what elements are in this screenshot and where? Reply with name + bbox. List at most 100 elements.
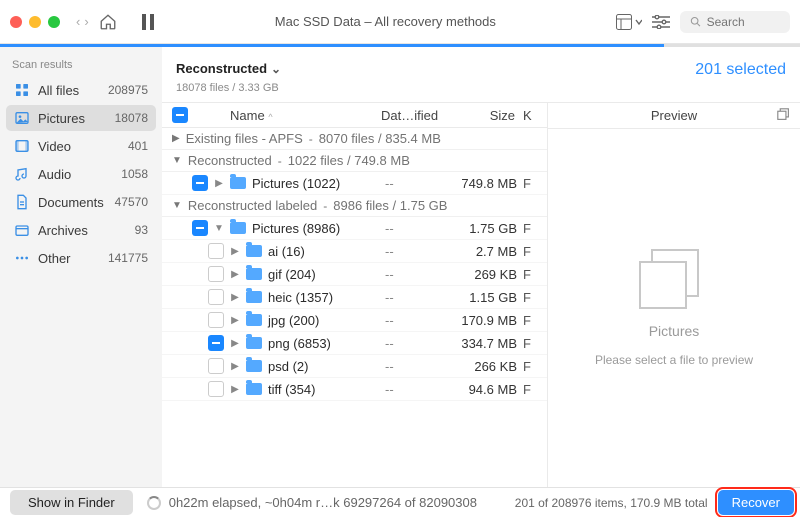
folder-icon <box>246 268 262 280</box>
disclosure-icon[interactable]: ▶ <box>230 269 240 280</box>
col-date[interactable]: Dat…ified <box>381 108 439 123</box>
window-controls <box>10 16 60 28</box>
col-name[interactable]: Name ^ <box>196 108 373 123</box>
folder-icon <box>246 245 262 257</box>
other-icon <box>14 250 30 266</box>
search-box[interactable] <box>680 11 790 33</box>
documents-icon <box>14 194 30 210</box>
folder-icon <box>246 314 262 326</box>
folder-icon <box>230 177 246 189</box>
disclosure-icon[interactable]: ▶ <box>230 315 240 326</box>
tree-row[interactable]: ▶ psd (2)--266 KBF <box>162 355 547 378</box>
search-input[interactable] <box>707 15 780 29</box>
file-tree[interactable]: Name ^ Dat…ified Size K ▶Existing files … <box>162 103 547 487</box>
row-checkbox[interactable] <box>208 381 224 397</box>
search-icon <box>690 15 701 28</box>
preview-header: Preview <box>548 103 800 129</box>
page-subtitle: 18078 files / 3.33 GB <box>176 82 281 94</box>
titlebar: ‹ › Mac SSD Data – All recovery methods <box>0 0 800 44</box>
disclosure-icon[interactable]: ▶ <box>214 178 224 189</box>
chevron-down-icon: ⌄ <box>271 62 281 76</box>
pictures-stack-icon <box>639 249 709 309</box>
tree-row[interactable]: ▶ ai (16)--2.7 MBF <box>162 240 547 263</box>
header-checkbox[interactable] <box>172 107 188 123</box>
row-checkbox[interactable] <box>208 358 224 374</box>
sidebar: Scan results All files 208975 Pictures 1… <box>0 47 162 487</box>
scan-status: 0h22m elapsed, ~0h04m r…k 69297264 of 82… <box>133 495 515 510</box>
disclosure-icon[interactable]: ▶ <box>230 338 240 349</box>
tree-row[interactable]: ▶ tiff (354)--94.6 MBF <box>162 378 547 401</box>
group-reconstructed[interactable]: ▼Reconstructed - 1022 files / 749.8 MB <box>162 150 547 172</box>
sidebar-item-pictures[interactable]: Pictures 18078 <box>6 105 156 131</box>
disclosure-icon[interactable]: ▼ <box>172 200 182 211</box>
selected-count: 201 selected <box>695 57 786 79</box>
tree-row[interactable]: ▼ Pictures (8986)--1.75 GBF <box>162 217 547 240</box>
col-kind[interactable]: K <box>523 108 537 123</box>
folder-icon <box>246 360 262 372</box>
filter-button[interactable] <box>652 15 670 29</box>
zoom-window[interactable] <box>48 16 60 28</box>
col-size[interactable]: Size <box>447 108 515 123</box>
row-checkbox[interactable] <box>192 220 208 236</box>
sidebar-item-all[interactable]: All files 208975 <box>6 77 156 103</box>
disclosure-icon[interactable]: ▶ <box>230 292 240 303</box>
window-title: Mac SSD Data – All recovery methods <box>165 14 606 29</box>
nav-arrows: ‹ › <box>76 14 89 29</box>
row-checkbox[interactable] <box>208 266 224 282</box>
disclosure-icon[interactable]: ▶ <box>172 133 180 144</box>
grid-icon <box>14 82 30 98</box>
archives-icon <box>14 222 30 238</box>
preview-caption: Pictures <box>649 323 700 339</box>
group-reconstructed-labeled[interactable]: ▼Reconstructed labeled - 8986 files / 1.… <box>162 195 547 217</box>
selection-stats: 201 of 208976 items, 170.9 MB total <box>515 496 718 510</box>
sidebar-item-audio[interactable]: Audio 1058 <box>6 161 156 187</box>
audio-icon <box>14 166 30 182</box>
row-checkbox[interactable] <box>208 335 224 351</box>
view-mode-button[interactable] <box>616 14 642 30</box>
breadcrumb: Reconstructed⌄ 18078 files / 3.33 GB 201… <box>162 47 800 103</box>
row-checkbox[interactable] <box>208 289 224 305</box>
preview-hint: Please select a file to preview <box>595 353 753 367</box>
sidebar-item-archives[interactable]: Archives 93 <box>6 217 156 243</box>
close-window[interactable] <box>10 16 22 28</box>
content: Reconstructed⌄ 18078 files / 3.33 GB 201… <box>162 47 800 487</box>
tree-row[interactable]: ▶ png (6853)--334.7 MBF <box>162 332 547 355</box>
back-button[interactable]: ‹ <box>76 14 80 29</box>
disclosure-icon[interactable]: ▼ <box>214 223 224 234</box>
disclosure-icon[interactable]: ▶ <box>230 361 240 372</box>
sidebar-item-video[interactable]: Video 401 <box>6 133 156 159</box>
row-checkbox[interactable] <box>208 312 224 328</box>
pictures-icon <box>14 110 30 126</box>
pause-button[interactable] <box>141 14 155 30</box>
tree-row[interactable]: ▶ heic (1357)--1.15 GBF <box>162 286 547 309</box>
sidebar-item-other[interactable]: Other 141775 <box>6 245 156 271</box>
disclosure-icon[interactable]: ▶ <box>230 384 240 395</box>
forward-button[interactable]: › <box>84 14 88 29</box>
preview-pane: Preview Pictures Please select a file to… <box>547 103 800 487</box>
spinner-icon <box>147 496 161 510</box>
folder-icon <box>246 337 262 349</box>
page-title[interactable]: Reconstructed⌄ <box>176 57 281 78</box>
tree-row[interactable]: ▶ jpg (200)--170.9 MBF <box>162 309 547 332</box>
footer: Show in Finder 0h22m elapsed, ~0h04m r…k… <box>0 487 800 517</box>
sidebar-header: Scan results <box>6 55 156 77</box>
duplicate-icon[interactable] <box>777 108 790 121</box>
video-icon <box>14 138 30 154</box>
folder-icon <box>246 383 262 395</box>
disclosure-icon[interactable]: ▶ <box>230 246 240 257</box>
tree-row[interactable]: ▶ gif (204)--269 KBF <box>162 263 547 286</box>
recover-button[interactable]: Recover <box>718 490 794 515</box>
home-icon[interactable] <box>99 13 117 31</box>
folder-icon <box>230 222 246 234</box>
show-in-finder-button[interactable]: Show in Finder <box>10 490 133 515</box>
toolbar-right <box>616 11 790 33</box>
column-header: Name ^ Dat…ified Size K <box>162 103 547 128</box>
tree-row[interactable]: ▶ Pictures (1022)--749.8 MBF <box>162 172 547 195</box>
row-checkbox[interactable] <box>192 175 208 191</box>
minimize-window[interactable] <box>29 16 41 28</box>
group-existing[interactable]: ▶Existing files - APFS - 8070 files / 83… <box>162 128 547 150</box>
folder-icon <box>246 291 262 303</box>
row-checkbox[interactable] <box>208 243 224 259</box>
sidebar-item-documents[interactable]: Documents 47570 <box>6 189 156 215</box>
disclosure-icon[interactable]: ▼ <box>172 155 182 166</box>
